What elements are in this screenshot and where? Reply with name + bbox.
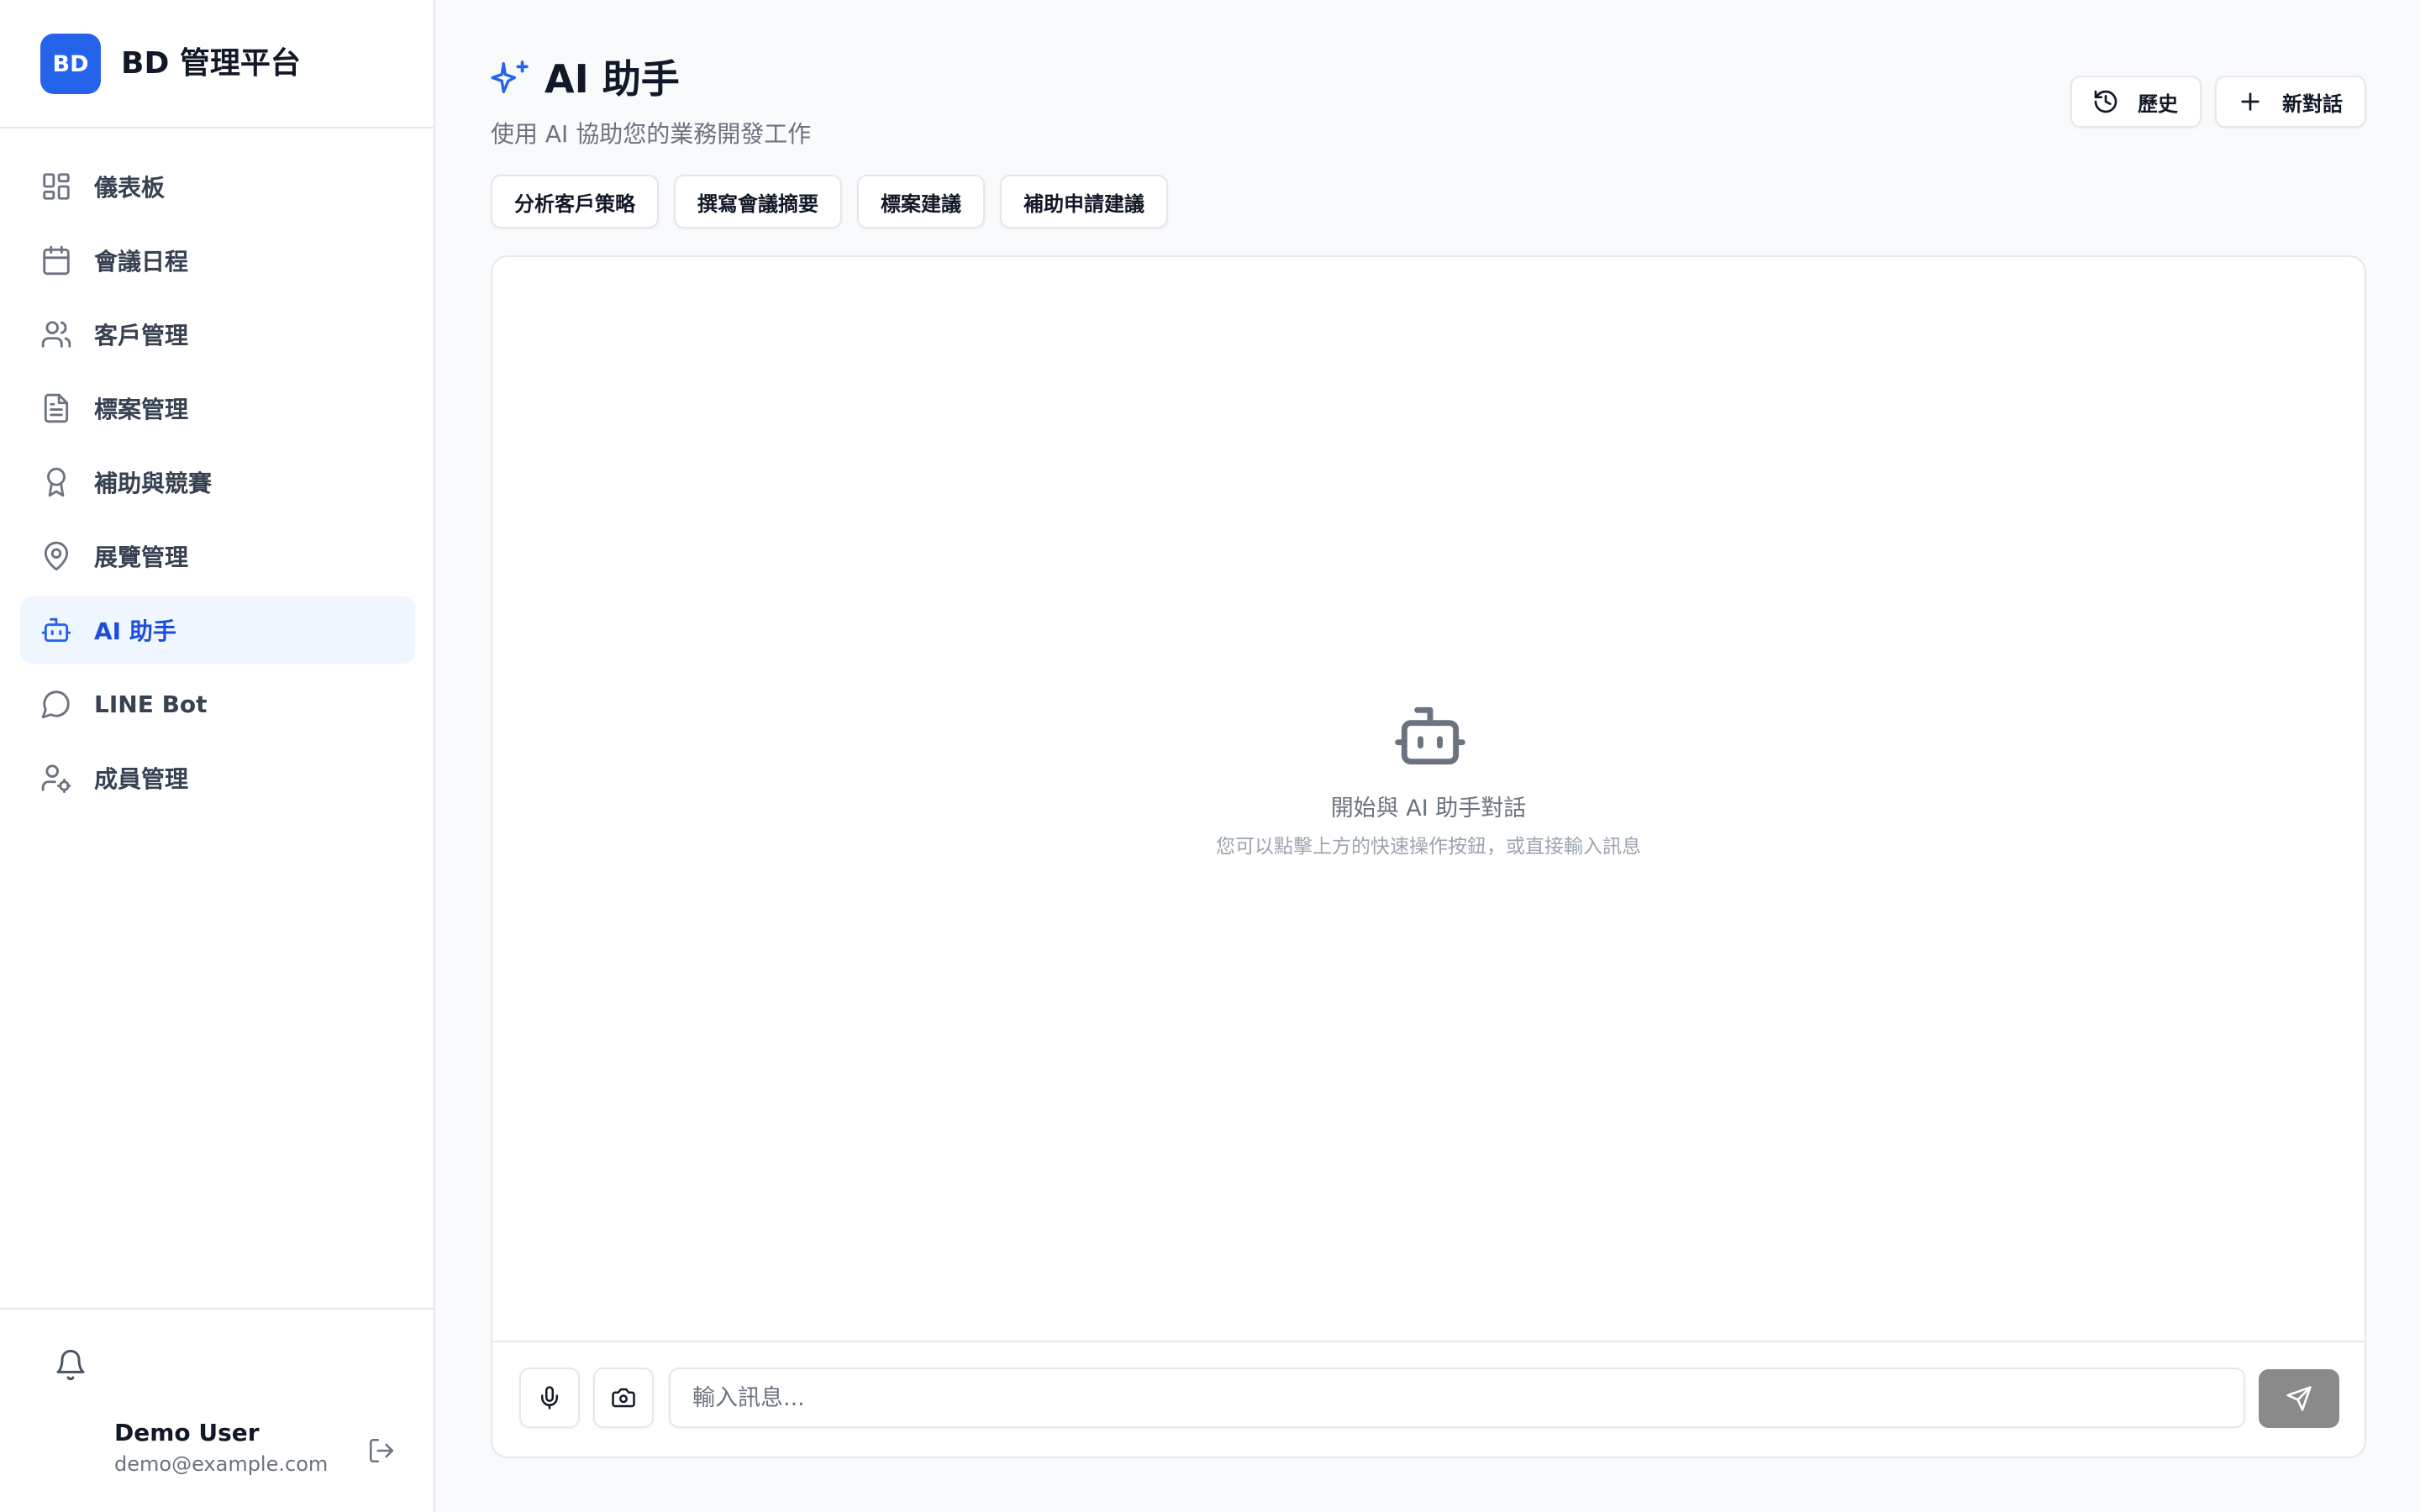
message-composer bbox=[492, 1341, 2365, 1457]
send-icon bbox=[2286, 1386, 2312, 1411]
sidebar-item-label: 展覽管理 bbox=[94, 543, 189, 571]
sidebar-item-label: 會議日程 bbox=[94, 248, 189, 276]
history-button-label: 歷史 bbox=[2138, 92, 2178, 116]
user-cog-icon bbox=[40, 762, 72, 794]
empty-state: 開始與 AI 助手對話 您可以點擊上方的快速操作按鈕，或直接輸入訊息 bbox=[492, 257, 2365, 1341]
history-icon bbox=[2094, 90, 2118, 113]
users-icon bbox=[40, 318, 72, 350]
history-button[interactable]: 歷史 bbox=[2070, 76, 2202, 128]
quick-actions: 分析客戶策略 撰寫會議摘要 標案建議 補助申請建議 bbox=[491, 175, 1168, 228]
sidebar-item-members[interactable]: 成員管理 bbox=[20, 744, 415, 811]
sidebar: BD BD 管理平台 儀表板 會議日程 客戶管理 標案管理 補助與競賽 展覽管理… bbox=[0, 0, 435, 1512]
brand-name: BD 管理平台 bbox=[121, 46, 301, 81]
bot-icon bbox=[1392, 697, 1469, 774]
message-circle-icon bbox=[40, 688, 72, 720]
sidebar-item-label: 儀表板 bbox=[94, 174, 166, 202]
sparkles-icon bbox=[489, 59, 531, 101]
camera-button[interactable] bbox=[593, 1368, 654, 1428]
chat-panel: 開始與 AI 助手對話 您可以點擊上方的快速操作按鈕，或直接輸入訊息 bbox=[491, 255, 2366, 1458]
quick-action-tender-advice[interactable]: 標案建議 bbox=[857, 175, 985, 228]
sidebar-item-label: 標案管理 bbox=[94, 396, 189, 423]
sidebar-item-label: 補助與競賽 bbox=[94, 470, 213, 497]
app-root: BD BD 管理平台 儀表板 會議日程 客戶管理 標案管理 補助與競賽 展覽管理… bbox=[0, 0, 2420, 1512]
sidebar-item-label: 客戶管理 bbox=[94, 322, 189, 349]
sidebar-item-label: 成員管理 bbox=[94, 765, 189, 793]
logout-icon bbox=[369, 1438, 394, 1463]
dashboard-icon bbox=[40, 171, 72, 202]
camera-icon bbox=[612, 1388, 635, 1408]
sidebar-item-tenders[interactable]: 標案管理 bbox=[20, 375, 415, 442]
bot-icon bbox=[40, 614, 72, 646]
empty-state-hint: 您可以點擊上方的快速操作按鈕，或直接輸入訊息 bbox=[1216, 836, 1641, 858]
user-email: demo@example.com bbox=[114, 1452, 329, 1476]
sidebar-item-meetings[interactable]: 會議日程 bbox=[20, 227, 415, 294]
page-subtitle: 使用 AI 協助您的業務開發工作 bbox=[491, 120, 812, 148]
brand-header: BD BD 管理平台 bbox=[0, 0, 434, 129]
empty-state-title: 開始與 AI 助手對話 bbox=[1330, 795, 1527, 822]
sidebar-item-ai-assistant[interactable]: AI 助手 bbox=[20, 596, 415, 664]
calendar-icon bbox=[40, 244, 72, 276]
quick-action-meeting-summary[interactable]: 撰寫會議摘要 bbox=[674, 175, 842, 228]
send-button[interactable] bbox=[2259, 1369, 2339, 1428]
sidebar-item-line-bot[interactable]: LINE Bot bbox=[20, 670, 415, 738]
page-title: AI 助手 bbox=[544, 56, 680, 102]
logout-button[interactable] bbox=[365, 1434, 398, 1467]
plus-icon bbox=[2241, 92, 2260, 111]
brand-logo[interactable]: BD bbox=[40, 34, 101, 94]
sidebar-item-label: AI 助手 bbox=[94, 617, 176, 645]
new-chat-button-label: 新對話 bbox=[2282, 92, 2343, 116]
mic-icon bbox=[541, 1386, 558, 1410]
sidebar-item-label: LINE Bot bbox=[94, 690, 208, 718]
user-name: Demo User bbox=[114, 1419, 260, 1446]
bell-icon bbox=[56, 1349, 85, 1381]
quick-action-grant-advice[interactable]: 補助申請建議 bbox=[1000, 175, 1168, 228]
map-pin-icon bbox=[40, 540, 72, 572]
sidebar-item-dashboard[interactable]: 儀表板 bbox=[20, 153, 415, 220]
sidebar-item-clients[interactable]: 客戶管理 bbox=[20, 301, 415, 368]
new-chat-button[interactable]: 新對話 bbox=[2215, 76, 2366, 128]
sidebar-item-grants[interactable]: 補助與競賽 bbox=[20, 449, 415, 516]
voice-input-button[interactable] bbox=[519, 1368, 580, 1428]
sidebar-nav: 儀表板 會議日程 客戶管理 標案管理 補助與競賽 展覽管理 AI 助手 LINE… bbox=[20, 153, 415, 818]
award-icon bbox=[40, 466, 72, 498]
message-input[interactable] bbox=[669, 1368, 2245, 1428]
sidebar-item-exhibitions[interactable]: 展覽管理 bbox=[20, 522, 415, 590]
quick-action-analyze-client[interactable]: 分析客戶策略 bbox=[491, 175, 659, 228]
file-text-icon bbox=[40, 392, 72, 424]
sidebar-footer: Demo User demo@example.com bbox=[0, 1308, 434, 1512]
notifications-button[interactable] bbox=[50, 1345, 91, 1385]
